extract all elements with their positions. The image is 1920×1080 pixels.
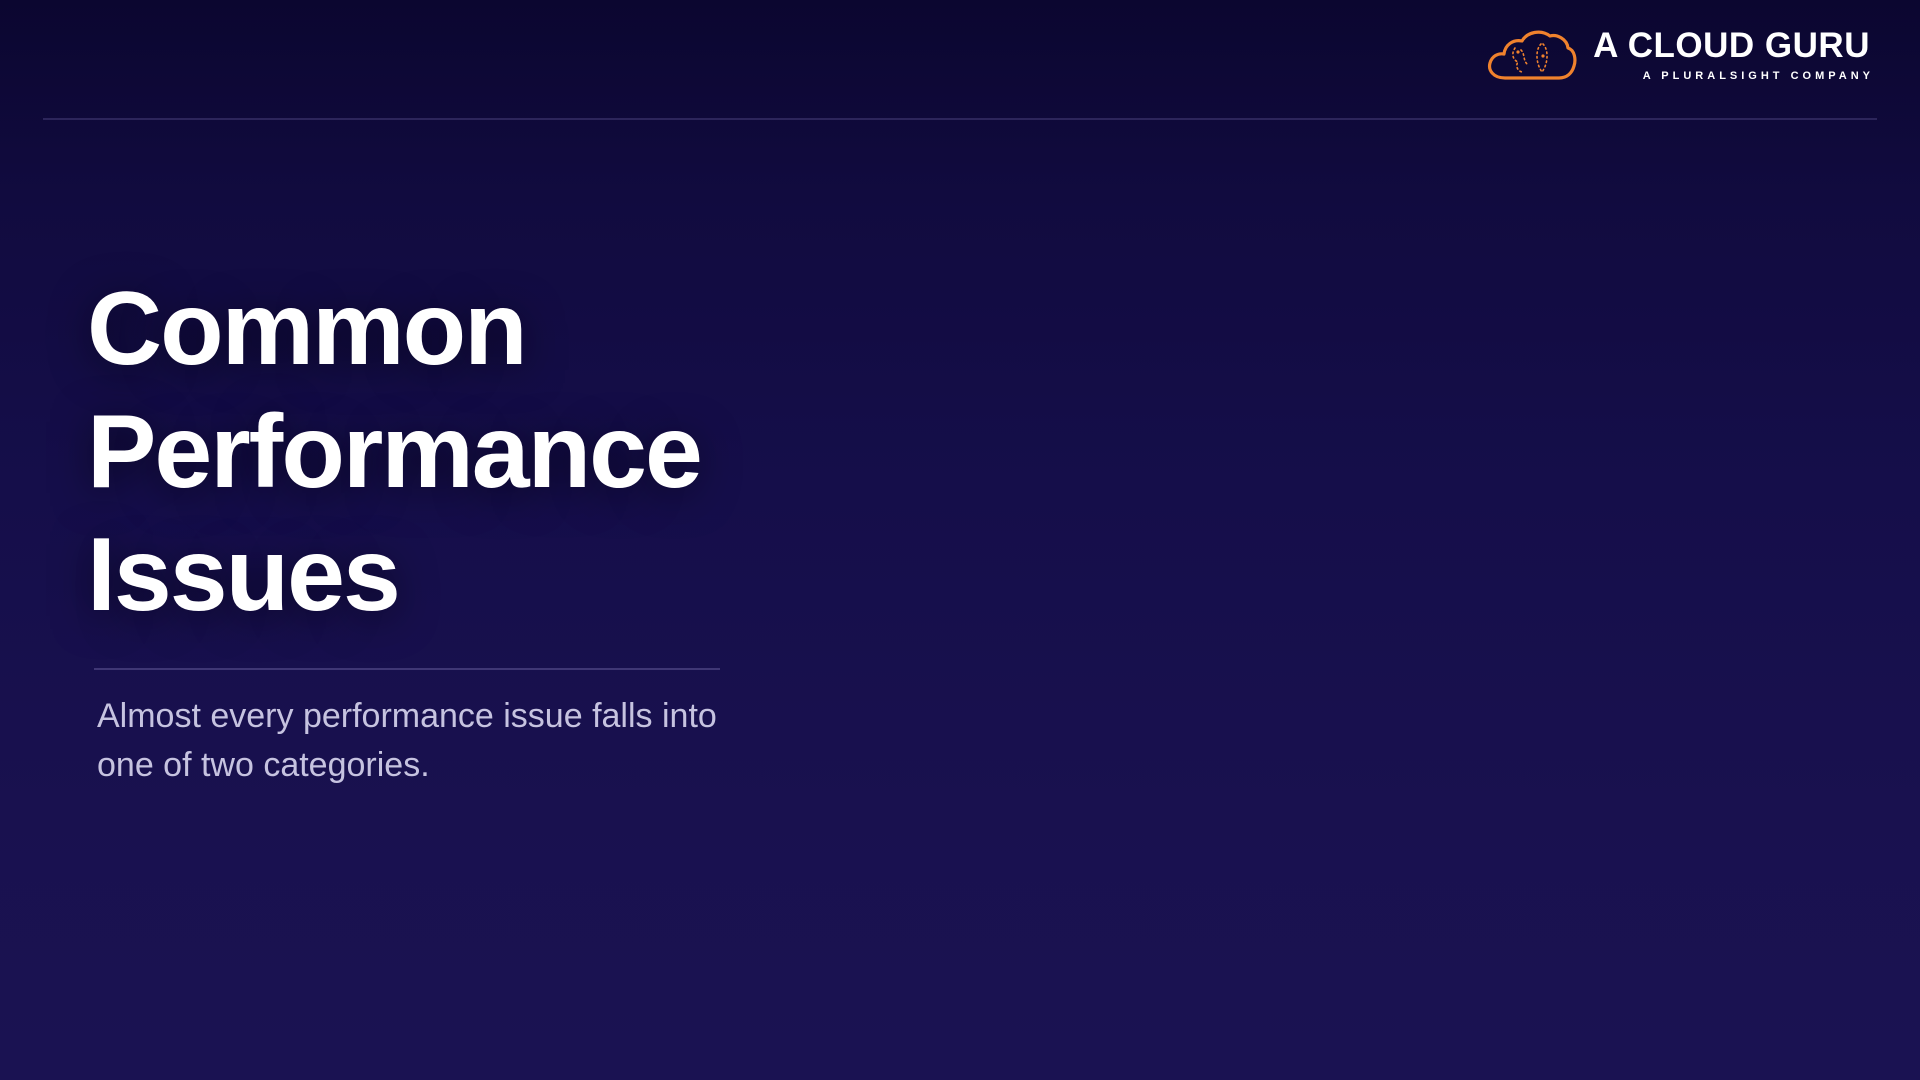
slide-title-line: Performance	[87, 394, 703, 510]
slide: A CLOUD GURU A PLURALSIGHT COMPANY Commo…	[0, 0, 1920, 1080]
slide-title: Common Performance Issues	[87, 268, 703, 637]
brand-logo: A CLOUD GURU A PLURALSIGHT COMPANY	[1485, 26, 1870, 84]
brand-tagline: A PLURALSIGHT COMPANY	[1642, 70, 1874, 82]
cloud-guru-icon	[1488, 30, 1577, 80]
slide-title-line: Issues	[87, 517, 401, 633]
slide-title-line: Common	[87, 271, 528, 387]
brand-wordmark: A CLOUD GURU A PLURALSIGHT COMPANY	[1593, 28, 1870, 82]
header-divider	[43, 118, 1877, 120]
slide-subtitle: Almost every performance issue falls int…	[97, 697, 717, 784]
brand-name: A CLOUD GURU	[1593, 26, 1870, 65]
title-divider	[94, 668, 720, 670]
